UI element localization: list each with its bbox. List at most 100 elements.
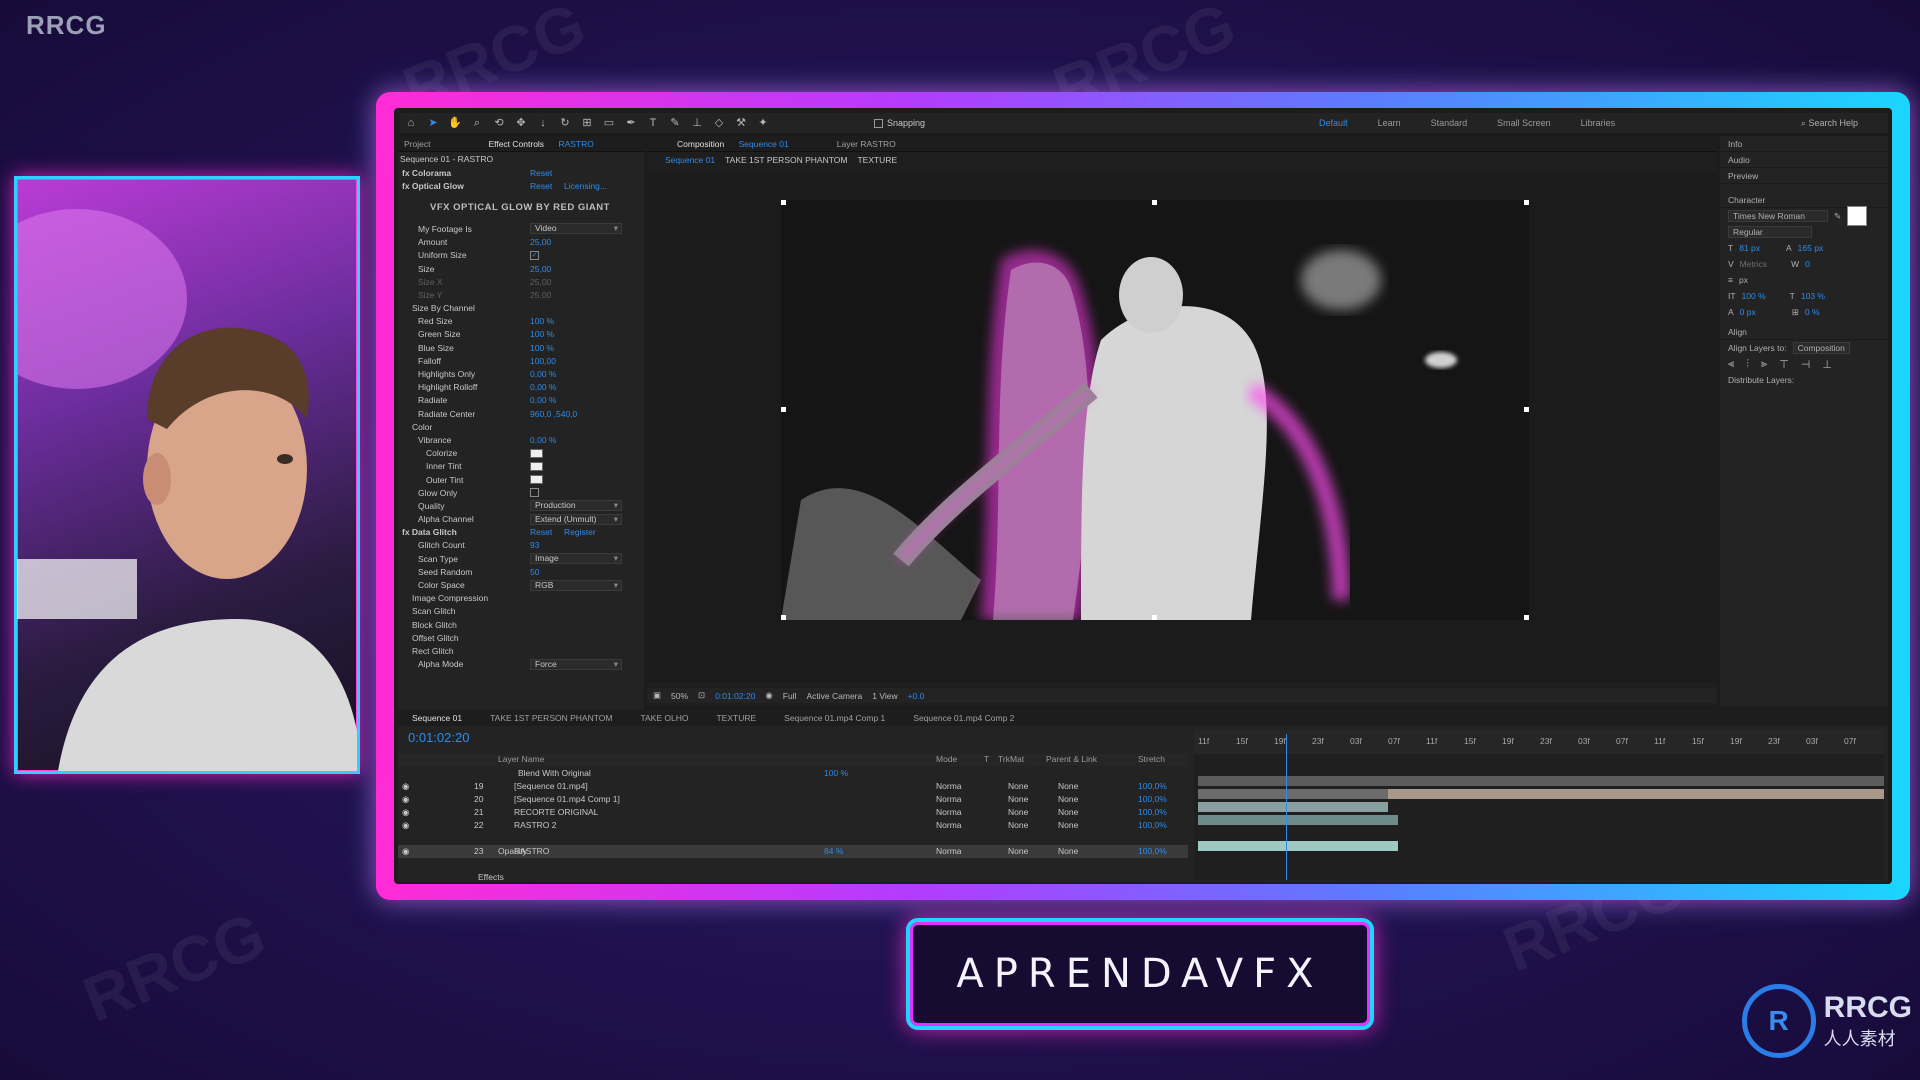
effect-property-value[interactable]: 960,0 ,540,0 (530, 409, 577, 419)
effect-property-row[interactable]: fx Colorama Reset (398, 166, 644, 179)
effect-property-value[interactable]: Reset (530, 168, 552, 178)
opacity-row[interactable]: Opacity 84 % (398, 845, 1188, 858)
layer-parent-dropdown[interactable]: None (1058, 806, 1078, 819)
layer-parent-dropdown[interactable]: None (1058, 819, 1078, 832)
rotate-tool-icon[interactable]: ↻ (557, 115, 573, 131)
layer-mode-dropdown[interactable]: Norma (936, 793, 962, 806)
effect-property-value[interactable]: Reset (530, 527, 552, 537)
layer-stretch-value[interactable]: 100,0% (1138, 793, 1167, 806)
column-layer-name[interactable]: Layer Name (498, 754, 544, 764)
font-size-value[interactable]: 81 px (1739, 243, 1760, 253)
pen-tool-icon[interactable]: ✒ (623, 115, 639, 131)
align-left-icon[interactable]: ⫷ (1728, 358, 1734, 371)
align-hcenter-icon[interactable]: ⫶ (1746, 358, 1749, 371)
tab-take-olho[interactable]: TAKE OLHO (626, 713, 702, 723)
effect-property-row[interactable]: Alpha Channel Extend (Unmult) (398, 513, 644, 526)
fill-color-swatch[interactable] (1847, 206, 1868, 226)
layer-mode-dropdown[interactable]: Norma (936, 806, 962, 819)
layer-visibility-icon[interactable]: ◉ (402, 819, 409, 832)
dolly-tool-icon[interactable]: ↓ (535, 115, 551, 131)
effect-property-row[interactable]: Size 25,00 (398, 262, 644, 275)
layer-row[interactable]: ◉ 22 RASTRO 2 Norma None None 100,0% (398, 819, 1188, 832)
effect-property-row[interactable]: Highlight Rolloff 0,00 % (398, 381, 644, 394)
composition-frame[interactable] (781, 200, 1529, 620)
tab-composition[interactable]: Composition Sequence 01 (665, 139, 801, 149)
color-swatch[interactable] (530, 475, 543, 485)
layer-bar[interactable] (1198, 815, 1398, 825)
layer-row[interactable]: ◉ 19 [Sequence 01.mp4] Norma None None 100,0% (398, 780, 1188, 793)
effect-property-value[interactable]: Reset (530, 181, 552, 191)
layer-bar[interactable] (1388, 789, 1884, 799)
effect-property-row[interactable]: Vibrance 0,00 % (398, 433, 644, 446)
tab-sequence-comp-2[interactable]: Sequence 01.mp4 Comp 2 (899, 713, 1028, 723)
layer-name[interactable]: [Sequence 01.mp4] (514, 780, 588, 793)
effect-property-value[interactable]: 100,00 (530, 356, 556, 366)
resolution-dropdown[interactable]: Full (783, 691, 797, 701)
effect-property-row[interactable]: Size By Channel (398, 302, 644, 315)
camera-dropdown[interactable]: Active Camera (806, 691, 862, 701)
effect-property-value[interactable]: 100 % (530, 329, 554, 339)
layer-mode-dropdown[interactable]: Norma (936, 780, 962, 793)
layer-bar[interactable] (1198, 841, 1398, 851)
breadcrumb-item[interactable]: Sequence 01 (665, 155, 715, 165)
layer-stretch-value[interactable]: 100,0% (1138, 806, 1167, 819)
tab-sequence-comp-1[interactable]: Sequence 01.mp4 Comp 1 (770, 713, 899, 723)
time-ruler[interactable]: 11f 15f 19f 23f 03f 07f 11f 15f 19f 23f 03f 07f 11f 1… (1194, 730, 1884, 754)
effect-property-checkbox[interactable] (530, 488, 539, 498)
effect-property-value[interactable]: 100 % (530, 316, 554, 326)
view-layout-dropdown[interactable]: 1 View (872, 691, 897, 701)
exposure-value[interactable]: +0.0 (908, 691, 925, 701)
transform-handle[interactable] (781, 200, 786, 205)
layer-name[interactable]: RASTRO 2 (514, 819, 557, 832)
preview-panel-header[interactable]: Preview (1720, 168, 1888, 184)
effect-property-value[interactable]: 100 % (530, 343, 554, 353)
layer-parent-dropdown[interactable]: None (1058, 793, 1078, 806)
effect-property-dropdown[interactable]: Video (530, 223, 622, 235)
home-icon[interactable]: ⌂ (403, 115, 419, 131)
hand-tool-icon[interactable]: ✋ (447, 115, 463, 131)
effect-property-row[interactable]: Quality Production (398, 499, 644, 512)
effect-property-row[interactable]: Scan Glitch (398, 605, 644, 618)
baseline-shift-value[interactable]: 0 px (1740, 307, 1756, 317)
layer-visibility-icon[interactable]: ◉ (402, 806, 409, 819)
effect-property-value[interactable]: 25,00 (530, 277, 551, 287)
text-tool-icon[interactable]: T (645, 115, 661, 131)
workspace-default[interactable]: Default (1319, 118, 1348, 128)
selection-tool-icon[interactable]: ➤ (425, 115, 441, 131)
snapshot-icon[interactable]: ◉ (765, 690, 772, 701)
layer-parent-dropdown[interactable]: None (1058, 780, 1078, 793)
effect-property-value[interactable]: 25,00 (530, 264, 551, 274)
effect-property-row[interactable]: Radiate 0,00 % (398, 394, 644, 407)
layer-row[interactable]: ◉ 20 [Sequence 01.mp4 Comp 1] Norma None None… (398, 793, 1188, 806)
effects-row[interactable]: Effects (398, 871, 1188, 882)
blend-with-original-row[interactable]: Blend With Original 100 % (398, 767, 1188, 780)
effect-property-row[interactable]: Uniform Size ✓ (398, 249, 644, 262)
effect-property-row[interactable]: Rect Glitch (398, 644, 644, 657)
roto-brush-tool-icon[interactable]: ⚒ (733, 115, 749, 131)
clone-stamp-tool-icon[interactable]: ⊥ (689, 115, 705, 131)
tab-texture[interactable]: TEXTURE (702, 713, 770, 723)
horizontal-scale-value[interactable]: 103 % (1801, 291, 1825, 301)
eyedropper-icon[interactable]: ✎ (1834, 211, 1841, 222)
transform-handle[interactable] (1524, 407, 1529, 412)
effect-property-value[interactable]: 0,00 % (530, 382, 556, 392)
layer-trkmat-dropdown[interactable]: None (1008, 793, 1028, 806)
effect-property-row[interactable]: Amount 25,00 (398, 236, 644, 249)
column-parent[interactable]: Parent & Link (1046, 754, 1097, 764)
workspace-small-screen[interactable]: Small Screen (1497, 118, 1551, 128)
orbit-tool-icon[interactable]: ⟲ (491, 115, 507, 131)
layer-bar[interactable] (1198, 776, 1884, 786)
effect-property-value[interactable]: 0,00 % (530, 369, 556, 379)
layer-bar[interactable] (1198, 802, 1388, 812)
effect-property-row[interactable]: Color Space RGB (398, 578, 644, 591)
effect-property-row[interactable]: Blue Size 100 % (398, 341, 644, 354)
effect-property-row[interactable]: Offset Glitch (398, 631, 644, 644)
playhead[interactable] (1286, 734, 1287, 880)
layer-trkmat-dropdown[interactable]: None (1008, 819, 1028, 832)
align-right-icon[interactable]: ⫸ (1761, 358, 1767, 371)
workspace-learn[interactable]: Learn (1378, 118, 1401, 128)
transform-handle[interactable] (781, 615, 786, 620)
effect-property-value[interactable]: 0,00 % (530, 395, 556, 405)
timeline-tracks[interactable]: 11f 15f 19f 23f 03f 07f 11f 15f 19f 23f 03f 07f 11f 1… (1194, 730, 1884, 880)
pan-behind-tool-icon[interactable]: ⊞ (579, 115, 595, 131)
